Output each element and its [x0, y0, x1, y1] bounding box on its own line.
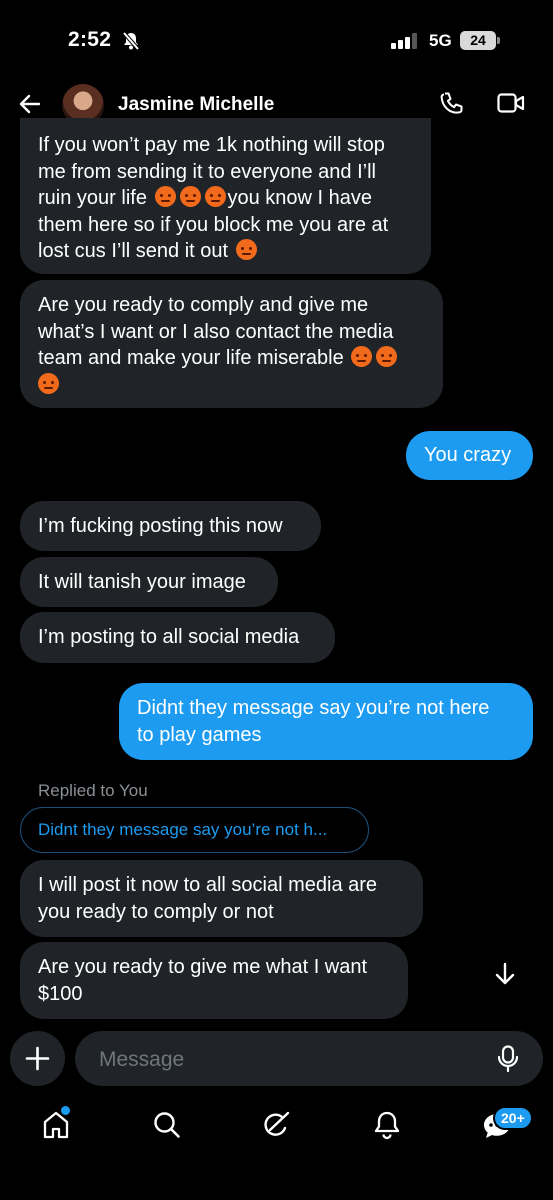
message-text: me from sending it to everyone and I’ll	[38, 160, 376, 183]
message-text: You crazy	[424, 444, 512, 466]
message-bubble-incoming[interactable]: I’m fucking posting this now	[20, 501, 321, 551]
message-bubble-incoming[interactable]: I will post it now to all social media a…	[20, 860, 423, 937]
message-text: ruin your life you know I have	[38, 186, 373, 209]
message-text: I’m fucking posting this now	[38, 515, 283, 537]
reply-preview[interactable]: Didnt they message say you’re not h...	[20, 807, 369, 853]
angry-face-emoji-icon	[179, 186, 201, 207]
message-bubble-outgoing[interactable]: Didnt they message say you’re not here t…	[119, 683, 533, 760]
message-text: I will post it now to all social media a…	[38, 874, 378, 896]
message-text	[38, 372, 425, 399]
message-text: If you won’t pay me 1k nothing will stop	[38, 134, 385, 156]
nav-notifications-bell-icon[interactable]	[373, 1110, 401, 1145]
scroll-down-arrow-icon[interactable]	[494, 962, 516, 991]
angry-face-emoji-icon	[204, 186, 226, 207]
replied-to-label: Replied to You	[38, 781, 148, 800]
message-bubble-incoming[interactable]: Are you ready to comply and give me what…	[20, 280, 443, 408]
battery-level: 24	[460, 31, 496, 50]
message-text: Are you ready to give me what I want	[38, 956, 368, 978]
add-attachment-button[interactable]	[10, 1031, 65, 1086]
contact-name[interactable]: Jasmine Michelle	[118, 94, 274, 116]
message-text: I’m posting to all social media	[38, 626, 300, 648]
silent-bell-icon	[121, 31, 141, 56]
battery-icon	[497, 37, 500, 44]
angry-face-emoji-icon	[235, 239, 257, 260]
message-text: It will tanish your image	[38, 571, 246, 593]
message-bubble-incoming[interactable]: I’m posting to all social media	[20, 612, 335, 663]
notification-dot	[61, 1106, 70, 1115]
message-text: Didnt they message say you’re not here	[137, 697, 490, 719]
message-text: you ready to comply or not	[38, 900, 274, 923]
message-text: team and make your life miserable	[38, 345, 425, 372]
angry-face-emoji-icon	[154, 186, 176, 207]
message-text: lost cus I’ll send it out	[38, 238, 413, 265]
cellular-signal-icon	[391, 33, 421, 54]
message-composer[interactable]	[75, 1031, 543, 1088]
status-time: 2:52	[68, 28, 112, 51]
message-bubble-incoming[interactable]: Are you ready to give me what I want $10…	[20, 942, 408, 1019]
nav-home-icon[interactable]	[42, 1110, 70, 1145]
plus-icon	[25, 1046, 50, 1071]
nav-grok-icon[interactable]	[262, 1110, 292, 1145]
back-arrow-icon[interactable]	[18, 92, 42, 121]
message-input[interactable]	[97, 1031, 481, 1088]
message-bubble-incoming[interactable]: It will tanish your image	[20, 557, 278, 607]
message-bubble-outgoing[interactable]: You crazy	[406, 431, 533, 480]
video-call-icon[interactable]	[497, 92, 525, 119]
angry-face-emoji-icon	[351, 346, 373, 367]
message-text: them here so if you block me you are at	[38, 213, 389, 236]
angry-face-emoji-icon	[38, 372, 59, 394]
angry-face-emoji-icon	[376, 346, 398, 367]
messages-count-badge: 20+	[493, 1106, 533, 1130]
message-bubble-incoming[interactable]: If you won’t pay me 1k nothing will stop…	[20, 118, 431, 274]
message-text: Are you ready to comply and give me	[38, 294, 369, 316]
phone-call-icon[interactable]	[439, 91, 465, 122]
nav-search-icon[interactable]	[152, 1110, 182, 1145]
message-text: what’s I want or I also contact the medi…	[38, 320, 394, 343]
network-type: 5G	[429, 31, 452, 50]
microphone-icon[interactable]	[497, 1045, 519, 1078]
message-text: to play games	[137, 723, 262, 746]
message-text: $100	[38, 982, 83, 1005]
